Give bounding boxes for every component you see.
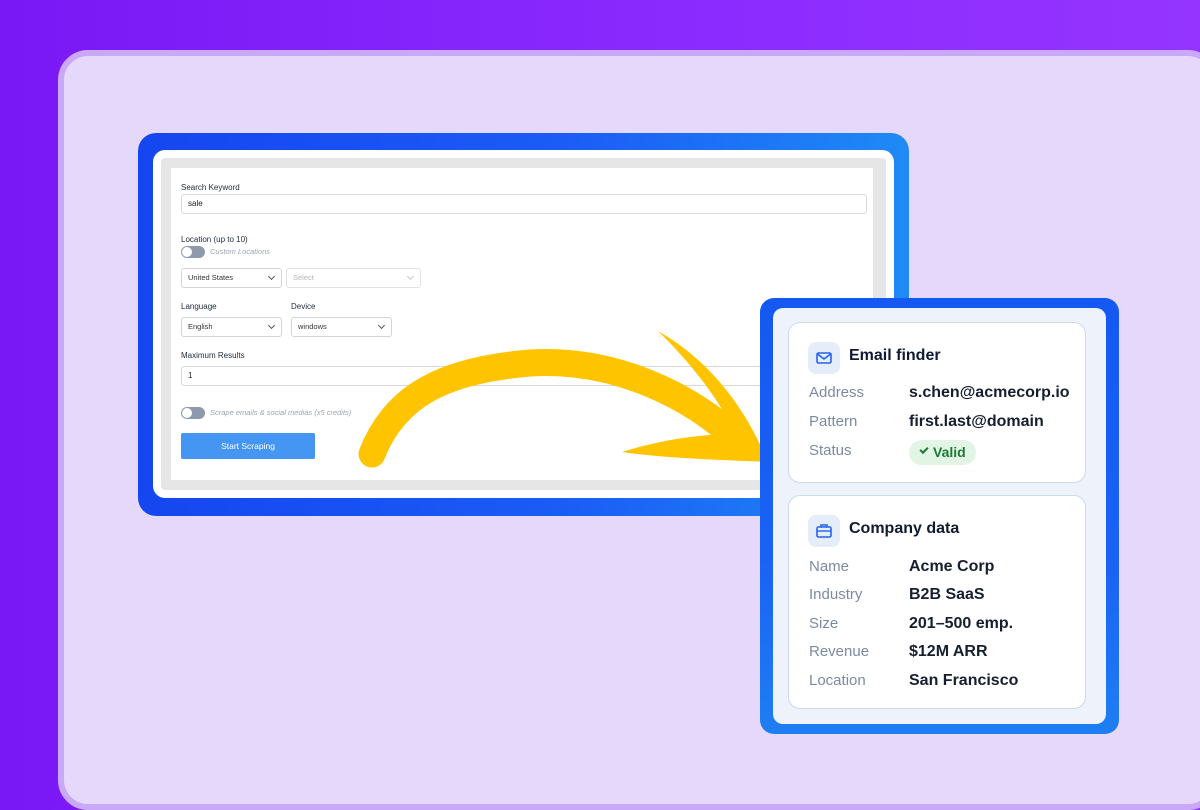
industry-value: B2B SaaS [909,586,985,603]
location-value: San Francisco [909,672,1019,689]
pattern-key: Pattern [809,413,858,430]
pattern-value: first.last@domain [909,413,1044,430]
results-panel: Email finder Address s.chen@acmecorp.io … [760,298,1119,734]
company-data-card: Company data Name Acme Corp Industry B2B… [788,495,1086,709]
address-value: s.chen@acmecorp.io [909,384,1070,401]
results-panel-inner: Email finder Address s.chen@acmecorp.io … [773,308,1106,724]
location-key: Location [809,672,866,689]
company-data-title: Company data [849,520,960,537]
email-finder-title: Email finder [849,347,941,364]
status-badge: Valid [909,440,976,465]
check-icon [919,444,929,455]
name-key: Name [809,558,850,575]
mail-icon [808,342,840,374]
revenue-key: Revenue [809,643,870,660]
size-key: Size [809,615,839,632]
status-key: Status [809,442,852,459]
size-value: 201–500 emp. [909,615,1014,632]
briefcase-icon [808,515,840,547]
industry-key: Industry [809,586,863,603]
status-value: Valid [933,444,966,460]
email-finder-card: Email finder Address s.chen@acmecorp.io … [788,322,1086,483]
revenue-value: $12M ARR [909,643,988,660]
name-value: Acme Corp [909,558,995,575]
address-key: Address [809,384,865,401]
